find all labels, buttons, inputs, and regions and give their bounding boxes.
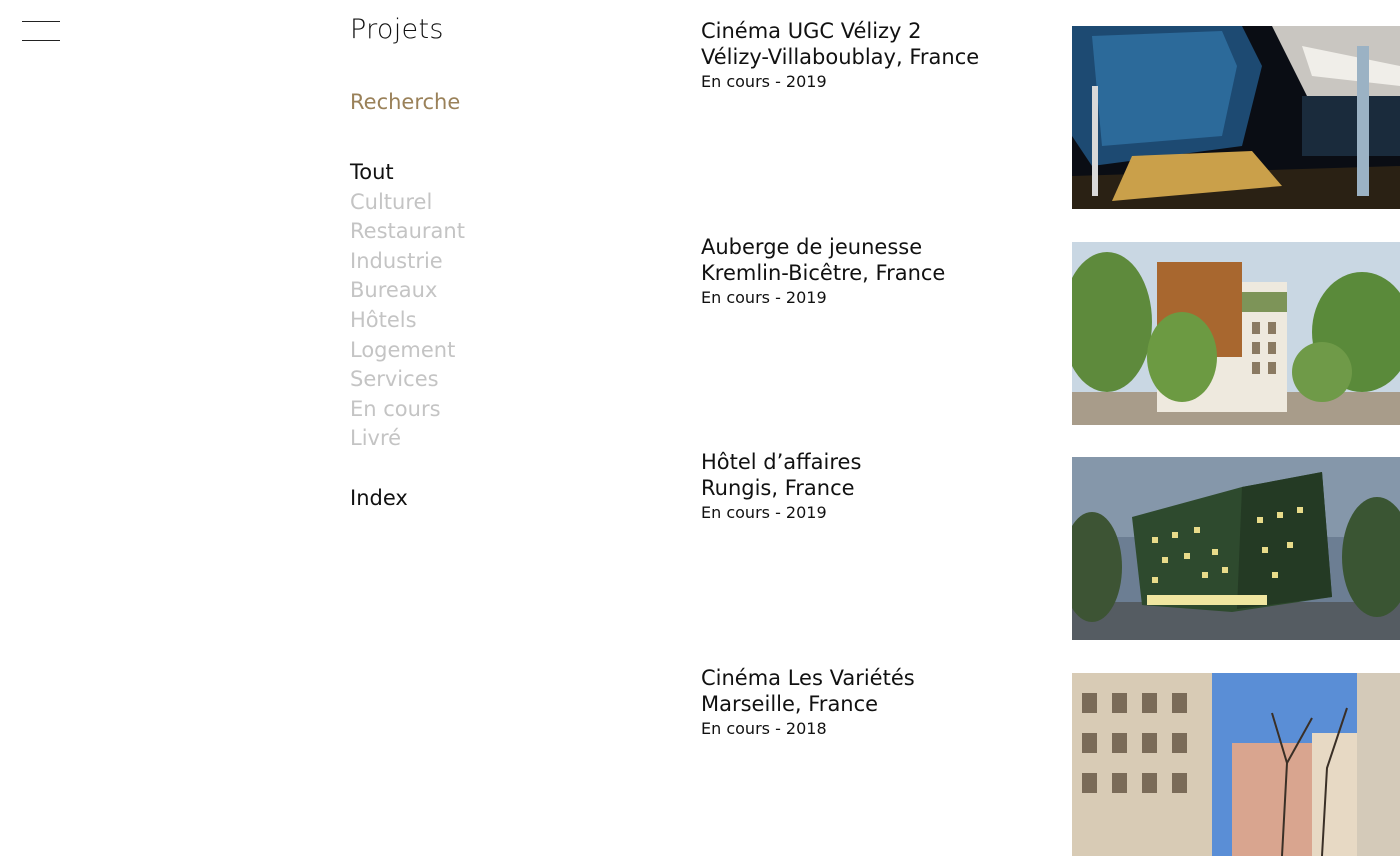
- project-image[interactable]: [1072, 673, 1400, 856]
- filter-industrie[interactable]: Industrie: [350, 247, 465, 277]
- filter-restaurant[interactable]: Restaurant: [350, 217, 465, 247]
- project-card[interactable]: Cinéma UGC Vélizy 2 Vélizy-Villaboublay,…: [701, 19, 1400, 209]
- filter-hotels[interactable]: Hôtels: [350, 306, 465, 336]
- filter-services[interactable]: Services: [350, 365, 465, 395]
- project-image[interactable]: [1072, 457, 1400, 640]
- filter-en-cours[interactable]: En cours: [350, 395, 465, 425]
- filter-livre[interactable]: Livré: [350, 424, 465, 454]
- page-title: Projets: [350, 14, 444, 45]
- project-card[interactable]: Hôtel d’affaires Rungis, France En cours…: [701, 450, 1400, 640]
- hamburger-line-bottom: [22, 40, 60, 41]
- cinema-interior-image: [1072, 26, 1400, 209]
- hamburger-line-top: [22, 21, 60, 22]
- project-image[interactable]: [1072, 242, 1400, 425]
- street-facade-image: [1072, 673, 1400, 856]
- hotel-night-image: [1072, 457, 1400, 640]
- hamburger-icon[interactable]: [22, 18, 60, 44]
- project-card[interactable]: Cinéma Les Variétés Marseille, France En…: [701, 666, 1400, 856]
- index-link[interactable]: Index: [350, 486, 408, 510]
- filter-logement[interactable]: Logement: [350, 336, 465, 366]
- search-link[interactable]: Recherche: [350, 90, 460, 114]
- project-image[interactable]: [1072, 26, 1400, 209]
- filter-culturel[interactable]: Culturel: [350, 188, 465, 218]
- filter-bureaux[interactable]: Bureaux: [350, 276, 465, 306]
- project-card[interactable]: Auberge de jeunesse Kremlin-Bicêtre, Fra…: [701, 235, 1400, 425]
- category-filter-list: Tout Culturel Restaurant Industrie Burea…: [350, 158, 465, 454]
- hostel-building-image: [1072, 242, 1400, 425]
- filter-tout[interactable]: Tout: [350, 158, 465, 188]
